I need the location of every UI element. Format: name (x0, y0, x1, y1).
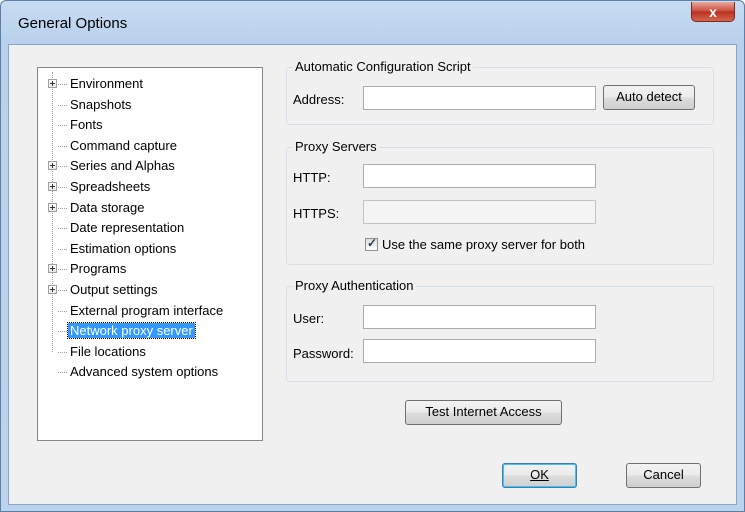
tree-item-label: Fonts (70, 117, 103, 133)
tree-connector-dots (58, 228, 67, 230)
expand-plus-icon[interactable] (48, 182, 57, 191)
tree-item[interactable]: External program interface (38, 301, 262, 321)
tree-item[interactable]: Estimation options (38, 239, 262, 259)
tree-item-label: Spreadsheets (70, 179, 151, 194)
tree-connector-dots (58, 187, 67, 188)
address-label: Address: (293, 92, 345, 107)
tree-connector-dots (58, 145, 67, 147)
expand-plus-icon[interactable] (48, 202, 57, 212)
tree-item-label: Series and Alphas (70, 158, 175, 174)
tree-connector-dots (58, 207, 67, 209)
tree-connector-dots (58, 125, 67, 127)
title-bar[interactable]: General Options x (1, 1, 744, 45)
same-proxy-label[interactable]: Use the same proxy server for both (382, 237, 585, 252)
window-title: General Options (18, 15, 128, 32)
auto-detect-button[interactable]: Auto detect (603, 85, 695, 110)
options-tree[interactable]: Environment Snapshots Fonts Command capture… (37, 67, 263, 441)
tree-connector-dots (58, 310, 67, 312)
user-label: User: (293, 311, 325, 326)
tree-item-label: Estimation options (70, 240, 177, 256)
tree-connector-dots (58, 166, 67, 168)
tree-item[interactable]: Output settings (38, 280, 262, 300)
tree-connector-dots (58, 372, 67, 374)
close-icon: x (709, 4, 717, 20)
expand-plus-icon[interactable] (48, 79, 57, 88)
tree-item[interactable]: Series and Alphas (38, 156, 262, 176)
tree-item-label: External program interface (70, 302, 224, 318)
tree-item-label: Environment (70, 76, 143, 91)
tree-item-label: Advanced system options (70, 364, 219, 380)
https-label: HTTPS: (293, 206, 340, 221)
tree-item-label: Data storage (70, 199, 145, 215)
tree-item[interactable]: Data storage (38, 198, 262, 218)
checkmark-icon: ✓ (367, 236, 378, 250)
password-label: Password: (293, 346, 354, 361)
cancel-button[interactable]: Cancel (626, 463, 701, 488)
expand-plus-icon[interactable] (48, 161, 57, 171)
tree-item-label: Programs (70, 261, 127, 277)
tree-item-label: Snapshots (70, 96, 132, 112)
tree-connector-dots (58, 269, 67, 271)
user-input[interactable] (363, 305, 596, 329)
tree-connector-dots (58, 351, 67, 353)
password-input[interactable] (363, 339, 596, 363)
tree-connector-dots (58, 84, 67, 85)
tree-item[interactable]: Spreadsheets (38, 177, 262, 197)
http-label: HTTP: (293, 170, 331, 185)
tree-item-label: File locations (70, 343, 146, 359)
ok-button[interactable]: OK (502, 463, 577, 488)
http-input[interactable] (363, 164, 596, 188)
https-input[interactable] (363, 200, 596, 224)
tree-item[interactable]: Date representation (38, 218, 262, 238)
tree-item-label: Command capture (70, 137, 177, 153)
close-button[interactable]: x (691, 2, 735, 22)
auto-config-group-title: Automatic Configuration Script (293, 59, 473, 74)
expand-plus-icon[interactable] (48, 285, 57, 294)
tree-item[interactable]: Environment (38, 74, 262, 94)
tree-item[interactable]: Network proxy server (38, 321, 262, 341)
tree-connector-dots (58, 290, 67, 291)
tree-item[interactable]: File locations (38, 342, 262, 362)
ok-button-label: OK (530, 467, 549, 482)
address-input[interactable] (363, 86, 596, 110)
tree-item[interactable]: Snapshots (38, 95, 262, 115)
proxy-servers-group-title: Proxy Servers (293, 139, 379, 154)
proxy-auth-group: Proxy Authentication (286, 278, 714, 382)
tree-item[interactable]: Fonts (38, 115, 262, 135)
dialog-client-area: Environment Snapshots Fonts Command capture… (8, 44, 737, 505)
tree-item[interactable]: Advanced system options (38, 362, 262, 382)
tree-connector-dots (58, 248, 67, 250)
expand-plus-icon[interactable] (48, 264, 57, 274)
cancel-button-label: Cancel (643, 467, 684, 482)
tree-connector-dots (58, 331, 67, 333)
test-internet-access-button[interactable]: Test Internet Access (405, 400, 562, 425)
tree-item-label: Date representation (70, 220, 185, 236)
proxy-auth-group-title: Proxy Authentication (293, 278, 416, 293)
tree-item-label: Output settings (70, 282, 158, 297)
tree-item[interactable]: Command capture (38, 136, 262, 156)
general-options-window: General Options x Environment Snapshots Fo… (0, 0, 745, 512)
tree-connector-dots (58, 104, 67, 106)
tree-item-label: Network proxy server (67, 322, 196, 340)
tree-item[interactable]: Programs (38, 259, 262, 279)
same-proxy-checkbox[interactable]: ✓ (365, 236, 378, 251)
